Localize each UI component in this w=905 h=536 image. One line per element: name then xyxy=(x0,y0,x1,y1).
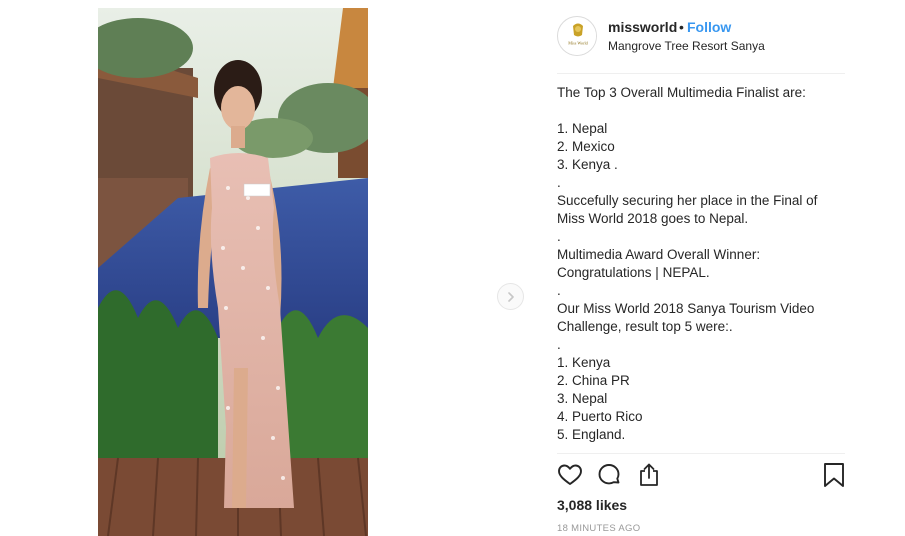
bookmark-icon xyxy=(824,463,844,487)
share-button[interactable] xyxy=(636,462,662,488)
caption-line: 1. Nepal xyxy=(557,121,608,136)
caption-line: 2. Mexico xyxy=(557,139,615,154)
likes-count[interactable]: 3,088 likes xyxy=(557,497,627,513)
caption-line: 2. China PR xyxy=(557,373,630,388)
caption-line: Succefully securing her place in the Fin… xyxy=(557,193,818,208)
like-button[interactable] xyxy=(557,462,583,488)
avatar[interactable]: Miss World xyxy=(557,16,597,56)
svg-text:Miss World: Miss World xyxy=(568,41,588,46)
instagram-post: Miss World missworld • Follow Mangrove T… xyxy=(0,0,905,536)
post-media xyxy=(89,0,531,536)
post-photo[interactable] xyxy=(98,8,368,536)
miss-world-logo: Miss World xyxy=(559,18,596,55)
caption-divider xyxy=(557,453,845,454)
post-header: Miss World missworld • Follow Mangrove T… xyxy=(557,16,845,58)
heart-icon xyxy=(558,464,582,485)
action-bar xyxy=(557,462,845,490)
caption-line: . xyxy=(557,175,561,190)
caption-line: The Top 3 Overall Multimedia Finalist ar… xyxy=(557,85,806,100)
caption-line: Multimedia Award Overall Winner: xyxy=(557,247,761,262)
caption-line: Challenge, result top 5 were:. xyxy=(557,319,733,334)
follow-button[interactable]: Follow xyxy=(687,19,731,35)
post-caption: The Top 3 Overall Multimedia Finalist ar… xyxy=(557,84,845,444)
caption-line: . xyxy=(557,229,561,244)
separator-dot: • xyxy=(679,19,684,35)
caption-line xyxy=(557,102,845,120)
caption-line: 5. England. xyxy=(557,427,626,442)
caption-line: 3. Kenya . xyxy=(557,157,618,172)
caption-line: Miss World 2018 goes to Nepal. xyxy=(557,211,749,226)
header-divider xyxy=(557,73,845,74)
comment-button[interactable] xyxy=(596,462,622,488)
caption-line: . xyxy=(557,337,561,352)
username-link[interactable]: missworld xyxy=(608,19,677,35)
comment-icon xyxy=(598,464,620,485)
caption-line: 1. Kenya xyxy=(557,355,611,370)
caption-line: . xyxy=(557,283,561,298)
location-link[interactable]: Mangrove Tree Resort Sanya xyxy=(608,39,765,53)
post-sidebar: Miss World missworld • Follow Mangrove T… xyxy=(557,0,845,536)
caption-line: Congratulations | NEPAL. xyxy=(557,265,710,280)
save-button[interactable] xyxy=(823,462,849,488)
next-media-button[interactable] xyxy=(497,283,524,310)
chevron-right-icon xyxy=(507,291,514,302)
caption-line: Our Miss World 2018 Sanya Tourism Video xyxy=(557,301,815,316)
post-timestamp[interactable]: 18 MINUTES AGO xyxy=(557,523,640,534)
caption-line: 3. Nepal xyxy=(557,391,608,406)
share-icon xyxy=(640,463,658,486)
caption-line: 4. Puerto Rico xyxy=(557,409,643,424)
